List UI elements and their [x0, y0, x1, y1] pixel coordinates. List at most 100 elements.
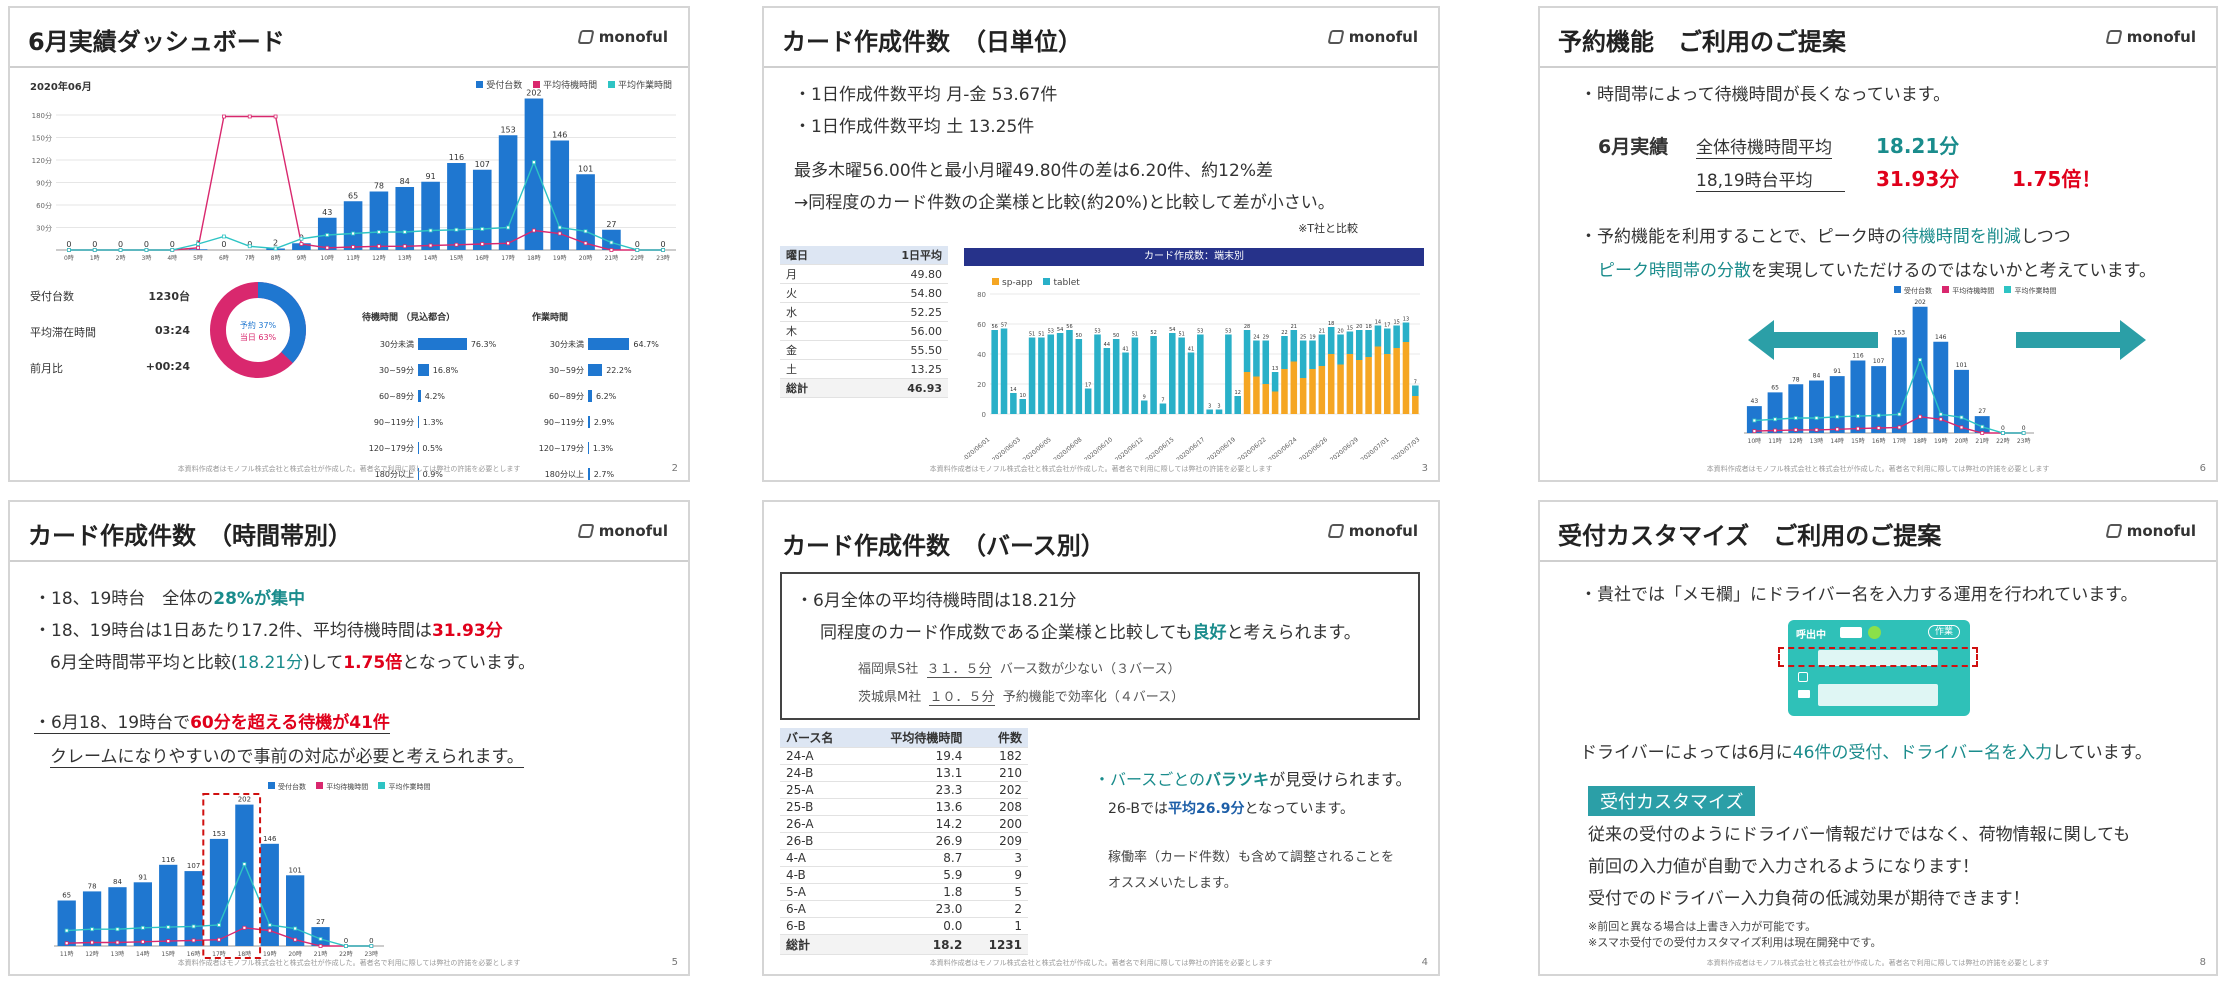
dist-label: 30分未満: [549, 339, 584, 349]
monoful-logo: monoful: [2105, 522, 2196, 540]
monoful-logo: monoful: [1327, 28, 1418, 46]
x-tick-label: 11時: [1768, 437, 1782, 445]
bar-label: 0: [344, 937, 348, 945]
page-number: 6: [2199, 463, 2206, 474]
bar-count: [576, 174, 595, 250]
bar-label: 41: [1122, 347, 1128, 353]
card-badge-icon: [1840, 627, 1862, 638]
table-total-cell: 1231: [968, 934, 1028, 955]
bar-label: 41: [1188, 347, 1194, 353]
table-row: 25-B 13.6 208: [780, 798, 1028, 816]
table-row-cell: 5.9: [858, 866, 969, 884]
monoful-logo-icon: [2105, 524, 2123, 538]
bar-label: 53: [1094, 329, 1100, 335]
bar-tablet: [1327, 327, 1335, 354]
bar-label: 51: [1178, 332, 1184, 338]
slide-title: 予約機能 ご利用のご提案: [1558, 28, 1846, 56]
donut-label-sameday: 当日 63%: [240, 332, 277, 342]
bar-label: 51: [1132, 332, 1138, 338]
x-tick-label: 2020/06/05: [1022, 436, 1053, 460]
bar-label: 21: [1291, 324, 1297, 330]
dist-row: 60~89分 4.2%: [362, 383, 502, 409]
bar-spapp: [1384, 354, 1391, 414]
table-row-cell: 2: [968, 900, 1028, 918]
bar-spapp: [1374, 346, 1382, 414]
bar-count: [82, 891, 102, 946]
bar-label: 202: [238, 796, 251, 804]
x-tick-label: 17時: [501, 254, 515, 262]
x-tick-label: 2020/06/22: [1237, 436, 1268, 460]
table-row-cell: 56.00: [845, 321, 948, 341]
dist-value: 76.3%: [470, 339, 497, 349]
hourly-chart-mini: 43 10時 65 11時 78 12時 84 13時 91 14時 116 15時 107 16時 153…: [1744, 299, 2034, 445]
y-tick-label: 180分: [32, 111, 52, 120]
card-status: 呼出中: [1796, 630, 1826, 641]
x-tick-label: 14時: [1830, 437, 1844, 445]
x-tick-label: 23時: [656, 254, 670, 262]
bar-tablet: [1047, 334, 1055, 414]
stat-label: 平均滞在時間: [30, 326, 96, 339]
summary-line-2: →同程度のカード件数の企業様と比較(約20%)と比較して差が小さい。: [794, 193, 1335, 213]
good-line: 同程度のカード作成数である企業様と比較しても良好と考えられます。: [820, 623, 1361, 643]
line-work-point: [64, 928, 69, 933]
recommend-line-1: 稼働率（カード件数）も含めて調整されることを: [1108, 850, 1395, 865]
stat-value: +00:24: [145, 360, 190, 373]
bar-tablet: [1056, 333, 1064, 414]
bar-label: 13: [1272, 366, 1278, 372]
slide-header: 予約機能 ご利用のご提案 monoful: [1540, 8, 2216, 68]
x-tick-label: 8時: [271, 254, 281, 262]
line-work-point: [506, 225, 510, 230]
monoful-logo-icon: [577, 524, 595, 538]
bar-spapp: [1355, 360, 1363, 414]
proposal-line-1: ・予約機能を利用することで、ピーク時の待機時間を削減しつつ: [1580, 227, 2071, 247]
dist-label: 60~89分: [548, 391, 584, 401]
bar-label: 57: [1001, 323, 1007, 329]
line-work-point: [242, 862, 247, 866]
line-wait-point: [1897, 425, 1902, 430]
table-row: 火 54.80: [780, 283, 948, 303]
dist-row: 30~59分 16.8%: [362, 357, 502, 383]
footer: 本資料作成者はモノフル株式会社と株式会社が作成した。著者名で利用に際しては弊社の…: [929, 465, 1273, 473]
table-row-cell: 1: [968, 917, 1028, 935]
x-tick-label: 2020/06/15: [1145, 436, 1176, 460]
x-tick-label: 13時: [398, 254, 412, 262]
bullet-2: ・1日作成件数平均 土 13.25件: [794, 117, 1035, 137]
bar-tablet: [1150, 336, 1157, 414]
table-header: バース名 平均待機時間 件数: [780, 728, 1028, 748]
line-wait-point: [242, 925, 247, 930]
slide-header: 6月実績ダッシュボード monoful: [10, 8, 688, 68]
table-row-cell: 19.4: [858, 747, 969, 765]
x-tick-label: 22時: [339, 950, 353, 958]
x-tick-label: 2020/06/12: [1114, 436, 1145, 460]
card-add-icon: [1868, 626, 1881, 639]
line-wait-point: [166, 939, 171, 944]
bar-tablet: [1038, 337, 1045, 414]
bar-spapp: [1271, 391, 1279, 414]
bar-label: 107: [187, 862, 200, 870]
slide-dashboard: 6月実績ダッシュボード monoful 2020年06月 受付台数 平均待機時間…: [8, 6, 690, 482]
footer: 本資料作成者はモノフル株式会社と株式会社が作成した。著者名で利用に際しては弊社の…: [1706, 465, 2050, 473]
table-row-cell: 182: [968, 747, 1028, 765]
bar-label: 84: [400, 177, 410, 186]
line-wait-point: [1876, 426, 1881, 430]
bar-spapp: [1309, 369, 1316, 414]
bar-spapp: [1365, 357, 1372, 414]
bar-label: 146: [1935, 334, 1947, 341]
bar-label: 17: [1085, 383, 1091, 389]
line-wait-point: [64, 941, 69, 946]
bar-label: 14: [1375, 320, 1381, 326]
line-work-point: [247, 244, 252, 249]
x-tick-label: 19時: [553, 254, 567, 262]
bar-label: 0: [92, 240, 97, 249]
slide-title: カード作成件数 （日単位）: [782, 28, 1082, 56]
bar-label: 18: [1328, 321, 1334, 327]
line-work-point: [428, 228, 433, 233]
line-wait-point: [1835, 427, 1840, 432]
bar-label: 21: [1319, 329, 1325, 335]
bar-label: 56: [991, 324, 997, 330]
dist-row: 60~89分 6.2%: [532, 383, 672, 409]
compare-m: 茨城県M社 １０．５分 予約機能で効率化（４バース）: [858, 690, 1185, 706]
monoful-logo: monoful: [577, 522, 668, 540]
table-row-cell: 月: [780, 264, 846, 284]
line-work-point: [369, 944, 374, 948]
